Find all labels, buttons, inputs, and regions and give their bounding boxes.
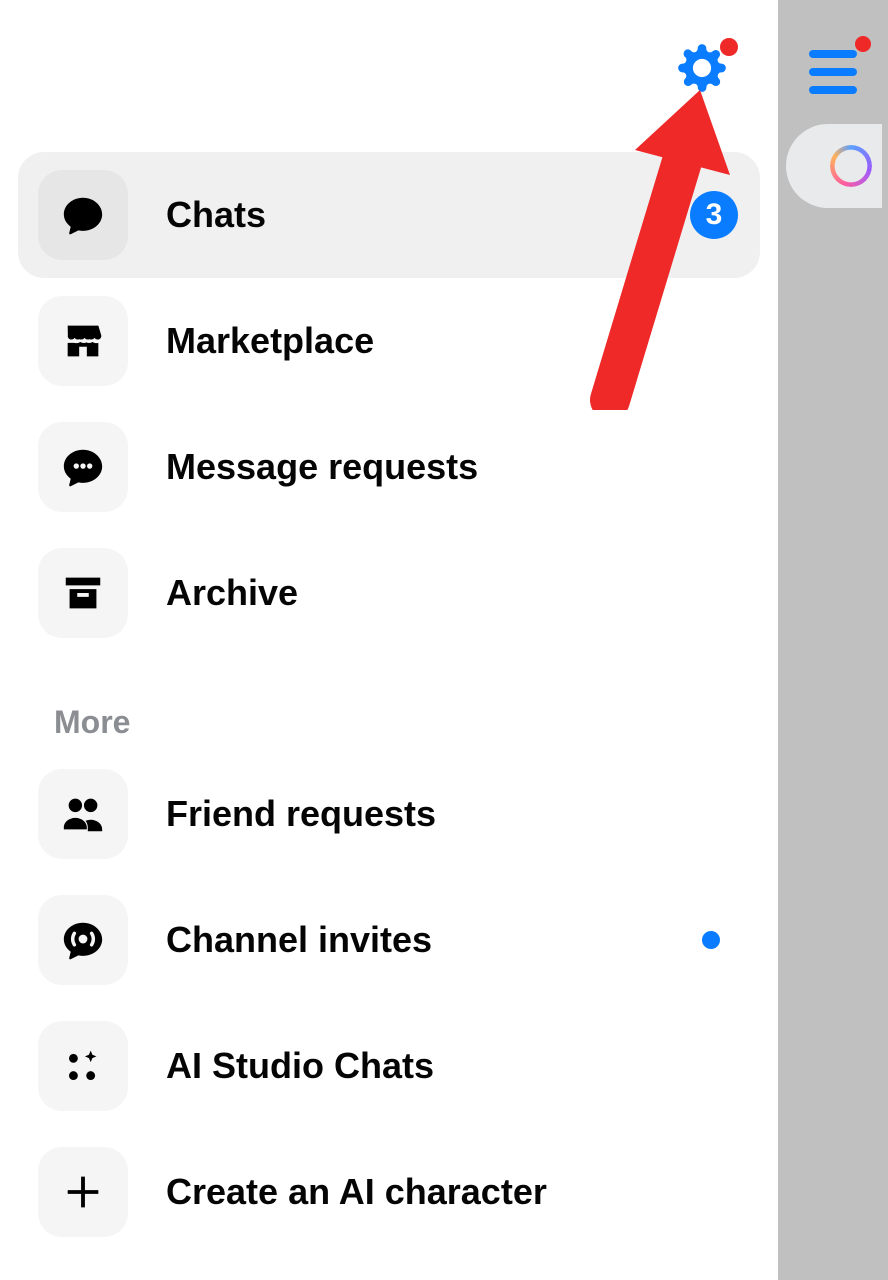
ai-studio-icon — [38, 1021, 128, 1111]
message-requests-icon — [38, 422, 128, 512]
friends-icon — [38, 769, 128, 859]
nav-label: Channel invites — [166, 919, 432, 961]
archive-icon — [38, 548, 128, 638]
nav-list: Chats 3 Marketplace Message requests Arc… — [0, 140, 778, 1255]
notification-dot-icon — [702, 931, 720, 949]
nav-label: Marketplace — [166, 320, 374, 362]
section-more-label: More — [18, 656, 760, 751]
menu-button[interactable] — [801, 40, 865, 104]
channel-icon — [38, 895, 128, 985]
nav-label: Archive — [166, 572, 298, 614]
right-strip — [778, 0, 888, 1280]
nav-item-ai-studio[interactable]: AI Studio Chats — [18, 1003, 760, 1129]
hamburger-icon — [809, 50, 857, 94]
nav-label: Chats — [166, 194, 266, 236]
chat-icon — [38, 170, 128, 260]
nav-item-create-ai[interactable]: Create an AI character — [18, 1129, 760, 1255]
nav-label: Create an AI character — [166, 1171, 547, 1213]
nav-item-message-requests[interactable]: Message requests — [18, 404, 760, 530]
settings-button[interactable] — [674, 42, 730, 98]
nav-label: AI Studio Chats — [166, 1045, 434, 1087]
nav-item-archive[interactable]: Archive — [18, 530, 760, 656]
notification-dot-icon — [855, 36, 871, 52]
nav-label: Friend requests — [166, 793, 436, 835]
nav-item-friend-requests[interactable]: Friend requests — [18, 751, 760, 877]
marketplace-icon — [38, 296, 128, 386]
plus-icon — [38, 1147, 128, 1237]
assistant-ring-icon — [830, 145, 872, 187]
notification-dot-icon — [720, 38, 738, 56]
sidebar-panel: Chats 3 Marketplace Message requests Arc… — [0, 0, 778, 1280]
nav-item-marketplace[interactable]: Marketplace — [18, 278, 760, 404]
sidebar-header — [0, 0, 778, 140]
nav-item-channel-invites[interactable]: Channel invites — [18, 877, 760, 1003]
unread-badge: 3 — [690, 191, 738, 239]
nav-label: Message requests — [166, 446, 478, 488]
assistant-button[interactable] — [786, 124, 882, 208]
nav-item-chats[interactable]: Chats 3 — [18, 152, 760, 278]
